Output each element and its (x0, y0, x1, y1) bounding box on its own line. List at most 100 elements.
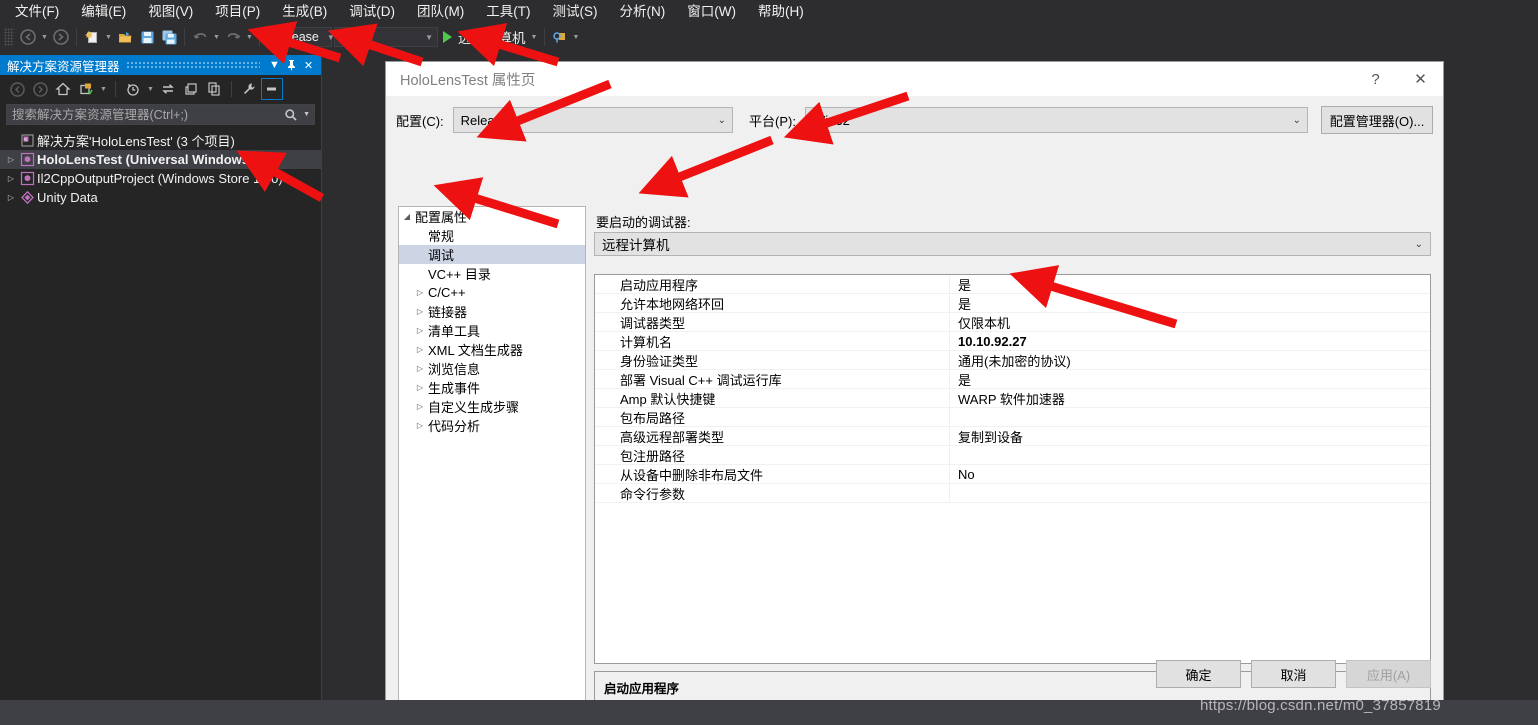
solution-explorer-search[interactable]: ▼ (6, 104, 315, 125)
toolbar-grip[interactable] (4, 28, 14, 46)
menu-test[interactable]: 测试(S) (542, 1, 609, 23)
open-file-icon[interactable] (114, 26, 136, 48)
new-project-caret-icon[interactable]: ▼ (103, 26, 114, 48)
menu-analyze[interactable]: 分析(N) (609, 1, 677, 23)
menu-debug[interactable]: 调试(D) (338, 1, 406, 23)
chevron-right-icon[interactable]: ▷ (412, 326, 428, 335)
chevron-right-icon[interactable]: ▷ (412, 345, 428, 354)
property-row[interactable]: 包布局路径 (595, 407, 1430, 427)
property-row[interactable]: 身份验证类型 通用(未加密的协议) (595, 350, 1430, 370)
property-value[interactable]: No (950, 467, 1430, 482)
property-row[interactable]: 计算机名 10.10.92.27 (595, 331, 1430, 351)
navigate-back-icon[interactable] (17, 26, 39, 48)
property-row[interactable]: 命令行参数 (595, 483, 1430, 503)
close-icon[interactable]: ✕ (300, 56, 317, 74)
property-value[interactable]: 是 (950, 275, 1430, 294)
dialog-tree-item[interactable]: ▷ C/C++ (399, 283, 585, 302)
dialog-platform-combo[interactable]: Win32 ⌄ (805, 107, 1308, 133)
dialog-tree-item[interactable]: ▷ XML 文档生成器 (399, 340, 585, 359)
property-value[interactable]: 复制到设备 (950, 427, 1430, 446)
chevron-right-icon[interactable]: ▷ (412, 288, 428, 297)
toolbar-overflow-icon[interactable]: ▼ (571, 26, 582, 48)
menu-window[interactable]: 窗口(W) (676, 1, 747, 23)
dialog-tree-item[interactable]: 常规 (399, 226, 585, 245)
property-row[interactable]: Amp 默认快捷键 WARP 软件加速器 (595, 388, 1430, 408)
property-row[interactable]: 启动应用程序是 (595, 275, 1430, 294)
dialog-tree-item[interactable]: ▷ 浏览信息 (399, 359, 585, 378)
search-options-caret-icon[interactable]: ▼ (298, 111, 310, 118)
menu-help[interactable]: 帮助(H) (747, 1, 815, 23)
navigate-forward-icon[interactable] (50, 26, 72, 48)
history-icon[interactable] (122, 78, 144, 100)
property-value[interactable]: 通用(未加密的协议) (950, 351, 1430, 370)
chevron-expanded-icon[interactable]: ◢ (399, 212, 415, 221)
dialog-tree-item[interactable]: ▷ 链接器 (399, 302, 585, 321)
pending-changes-caret-icon[interactable]: ▼ (98, 78, 109, 100)
chevron-right-icon[interactable]: ▷ (412, 402, 428, 411)
dialog-tree-item[interactable]: ◢ 配置属性 (399, 207, 585, 226)
redo-icon[interactable] (222, 26, 244, 48)
dialog-configuration-combo[interactable]: Release ⌄ (452, 107, 734, 133)
help-button[interactable]: ? (1353, 63, 1398, 95)
save-all-icon[interactable] (158, 26, 180, 48)
dialog-tree-item[interactable]: ▷ 生成事件 (399, 378, 585, 397)
property-value[interactable]: 是 (950, 294, 1430, 313)
run-target-caret-icon[interactable]: ▼ (529, 26, 540, 48)
menu-file[interactable]: 文件(F) (4, 1, 70, 23)
save-icon[interactable] (136, 26, 158, 48)
pending-changes-icon[interactable] (75, 78, 97, 100)
chevron-right-icon[interactable]: ▷ (4, 155, 18, 164)
undo-icon[interactable] (189, 26, 211, 48)
navigate-back-caret-icon[interactable]: ▼ (39, 26, 50, 48)
properties-icon[interactable] (238, 78, 260, 100)
ok-button[interactable]: 确定 (1156, 660, 1241, 688)
property-row[interactable]: 高级远程部署类型 复制到设备 (595, 426, 1430, 446)
close-button[interactable]: ✕ (1398, 63, 1443, 95)
menu-project[interactable]: 项目(P) (204, 1, 271, 23)
undo-caret-icon[interactable]: ▼ (211, 26, 222, 48)
debugger-combo[interactable]: 远程计算机 ⌄ (594, 232, 1431, 256)
pin-icon[interactable] (283, 56, 300, 74)
chevron-right-icon[interactable]: ▷ (4, 193, 18, 202)
dialog-tree-item[interactable]: 调试 (399, 245, 585, 264)
property-row[interactable]: 部署 Visual C++ 调试运行库是 (595, 369, 1430, 389)
back-icon[interactable] (6, 78, 28, 100)
solution-tree-item[interactable]: ▷ Il2CppOutputProject (Windows Store 10.0… (0, 169, 321, 188)
dialog-tree-item[interactable]: VC++ 目录 (399, 264, 585, 283)
show-all-files-icon[interactable] (203, 78, 225, 100)
collapse-all-icon[interactable] (180, 78, 202, 100)
property-row[interactable]: 从设备中删除非布局文件 No (595, 464, 1430, 484)
new-project-icon[interactable] (81, 26, 103, 48)
property-value[interactable]: 仅限本机 (950, 313, 1430, 332)
redo-caret-icon[interactable]: ▼ (244, 26, 255, 48)
menu-build[interactable]: 生成(B) (271, 1, 338, 23)
chevron-down-icon[interactable]: ▼ (266, 56, 283, 74)
chevron-right-icon[interactable]: ▷ (412, 307, 428, 316)
property-row[interactable]: 调试器类型 仅限本机 (595, 312, 1430, 332)
chevron-right-icon[interactable]: ▷ (412, 383, 428, 392)
property-value[interactable]: 是 (950, 370, 1430, 389)
property-row[interactable]: 包注册路径 (595, 445, 1430, 465)
search-input[interactable] (12, 107, 285, 122)
property-row[interactable]: 允许本地网络环回是 (595, 293, 1430, 313)
property-value[interactable]: 10.10.92.27 (950, 334, 1430, 349)
solution-tree-item[interactable]: s 解决方案'HoloLensTest' (3 个项目) (0, 131, 321, 150)
history-caret-icon[interactable]: ▼ (145, 78, 156, 100)
dialog-tree-item[interactable]: ▷ 自定义生成步骤 (399, 397, 585, 416)
platform-combo[interactable]: x86 ▼ (334, 27, 438, 47)
find-icon[interactable] (549, 26, 571, 48)
cancel-button[interactable]: 取消 (1251, 660, 1336, 688)
home-icon[interactable] (52, 78, 74, 100)
chevron-right-icon[interactable]: ▷ (412, 364, 428, 373)
menu-edit[interactable]: 编辑(E) (70, 1, 137, 23)
configuration-combo[interactable]: Release ▼ (266, 27, 335, 47)
start-debugging-button[interactable]: 远程计算机 (438, 26, 529, 48)
dialog-tree-item[interactable]: ▷ 清单工具 (399, 321, 585, 340)
dialog-tree-item[interactable]: ▷ 代码分析 (399, 416, 585, 435)
forward-icon[interactable] (29, 78, 51, 100)
search-icon[interactable] (284, 108, 298, 122)
menu-team[interactable]: 团队(M) (406, 1, 475, 23)
preview-icon[interactable] (261, 78, 283, 100)
property-value[interactable]: WARP 软件加速器 (950, 389, 1430, 408)
solution-tree-item[interactable]: ▷ HoloLensTest (Universal Windows) (0, 150, 321, 169)
